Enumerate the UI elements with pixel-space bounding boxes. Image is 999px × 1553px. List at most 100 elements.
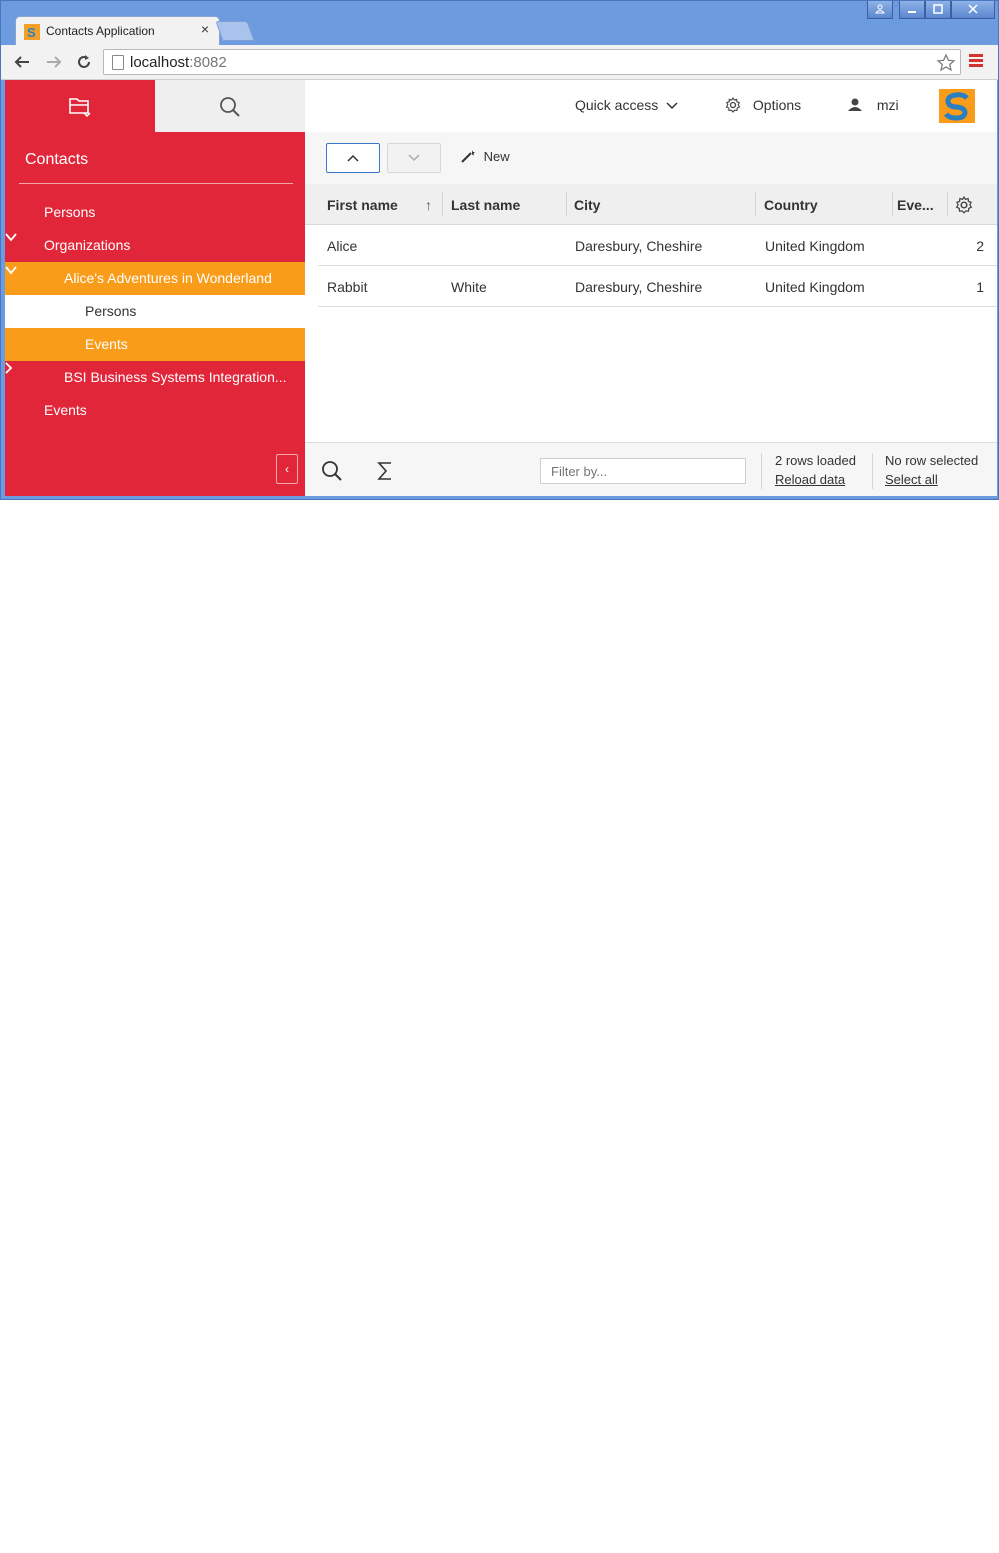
filter-input[interactable] [540,458,746,484]
cell-events: 1 [976,279,984,295]
tree-node-label: Persons [85,303,137,319]
page-icon [112,55,124,70]
forward-arrow-icon[interactable] [45,54,63,70]
column-header-events[interactable]: Eve... [897,197,934,213]
browser-window: S Contacts Application × localhost:8082 [0,0,999,500]
tree-node-label: Events [44,402,87,418]
previous-row-button[interactable] [326,143,380,173]
browser-toolbar: localhost:8082 [1,45,998,80]
cell-country: United Kingdom [765,279,865,295]
cell-events: 2 [976,238,984,254]
folder-outline-icon [69,98,91,118]
window-user-button[interactable] [867,1,893,19]
table-settings-gear-icon[interactable] [955,196,973,214]
cell-city: Daresbury, Cheshire [575,238,703,254]
window-close-button[interactable] [951,1,995,19]
quick-access-menu[interactable]: Quick access [575,97,678,113]
chevron-down-icon [666,102,678,110]
tree-node-organizations[interactable]: Organizations [5,229,305,262]
cell-last-name: White [451,279,487,295]
bookmark-star-icon[interactable] [936,53,956,73]
table-header: First name ↑ Last name City Country Eve.… [305,184,997,225]
table-footer: 2 rows loaded Reload data No row selecte… [305,442,997,496]
rows-loaded-status: 2 rows loaded [775,453,856,468]
table-page: New First name ↑ Last name City Country … [305,132,997,496]
tree-node-label: Events [85,336,128,352]
sort-ascending-icon: ↑ [425,197,432,213]
reload-data-link[interactable]: Reload data [775,472,845,487]
chevron-down-icon[interactable] [5,233,17,242]
tree-node-events[interactable]: Events [5,394,305,427]
chevron-down-icon[interactable] [5,266,17,275]
address-bar[interactable]: localhost:8082 [103,49,961,75]
column-header-last-name[interactable]: Last name [451,197,520,213]
window-maximize-button[interactable] [925,1,951,19]
chevron-down-icon [408,154,420,162]
options-menu[interactable]: Options [725,96,802,113]
app-header: Quick access Options mzi [305,80,997,133]
scout-app: Contacts Persons Organizations Alice's A… [5,80,997,496]
column-separator[interactable] [442,192,443,216]
user-menu[interactable]: mzi [847,97,899,113]
tree-node-label: Alice's Adventures in Wonderland [64,270,272,286]
next-row-button[interactable] [387,143,441,173]
tree-node-label: Persons [44,204,96,220]
quick-access-label: Quick access [575,97,659,113]
user-name: mzi [876,97,899,113]
back-arrow-icon[interactable] [13,54,31,70]
tree-node-org-events[interactable]: Events [5,328,305,361]
footer-separator [761,453,762,489]
outline-title: Contacts [25,151,89,168]
cell-country: United Kingdom [765,238,865,254]
magic-wand-icon [461,150,475,163]
footer-separator [872,453,873,489]
browser-menu-icon[interactable] [969,54,983,68]
navigation-sidebar: Contacts Persons Organizations Alice's A… [5,80,305,496]
tree-node-persons[interactable]: Persons [5,196,305,229]
table-menubar: New [305,132,997,184]
new-button[interactable]: New [460,149,510,164]
tree-node-label: BSI Business Systems Integration... [64,369,287,385]
options-label: Options [752,97,802,113]
column-header-first-name[interactable]: First name [327,197,398,213]
column-header-city[interactable]: City [574,197,600,213]
sum-icon[interactable] [377,461,393,481]
new-tab-button[interactable] [215,21,255,41]
browser-titlebar: S Contacts Application × [1,1,998,45]
table-row[interactable]: Alice Daresbury, Cheshire United Kingdom… [318,225,997,266]
chevron-right-icon[interactable] [5,362,13,374]
new-button-label: New [483,149,510,164]
column-separator[interactable] [755,192,756,216]
chevron-up-icon [347,154,359,162]
collapse-sidebar-button[interactable]: ‹ [276,454,298,484]
column-header-country[interactable]: Country [764,197,818,213]
url-text: localhost:8082 [130,54,227,71]
search-icon [220,97,240,117]
scout-logo-icon [939,89,975,123]
reload-icon[interactable] [75,53,93,71]
svg-text:S: S [27,25,36,40]
tree-node-label: Organizations [44,237,131,253]
tree-node-org-persons[interactable]: Persons [5,295,305,328]
outline-title-divider [19,183,293,184]
browser-tab[interactable]: S Contacts Application × [15,16,220,45]
window-minimize-button[interactable] [899,1,925,19]
outline-tab[interactable] [5,80,155,132]
tree-node-bsi[interactable]: BSI Business Systems Integration... [5,361,305,394]
cell-first-name: Rabbit [327,279,368,295]
search-icon[interactable] [321,460,343,482]
tab-close-icon[interactable]: × [201,21,209,37]
gear-icon [725,96,741,113]
selection-status: No row selected [885,453,979,468]
tab-title: Contacts Application [46,24,155,38]
search-tab[interactable] [155,80,305,132]
column-separator[interactable] [892,192,893,216]
cell-first-name: Alice [327,238,358,254]
tree-node-alices-adventures[interactable]: Alice's Adventures in Wonderland [5,262,305,295]
select-all-link[interactable]: Select all [885,472,938,487]
column-separator[interactable] [947,192,948,216]
app-favicon-icon: S [24,24,40,40]
cell-city: Daresbury, Cheshire [575,279,703,295]
column-separator[interactable] [566,192,567,216]
table-row[interactable]: Rabbit White Daresbury, Cheshire United … [318,266,997,307]
